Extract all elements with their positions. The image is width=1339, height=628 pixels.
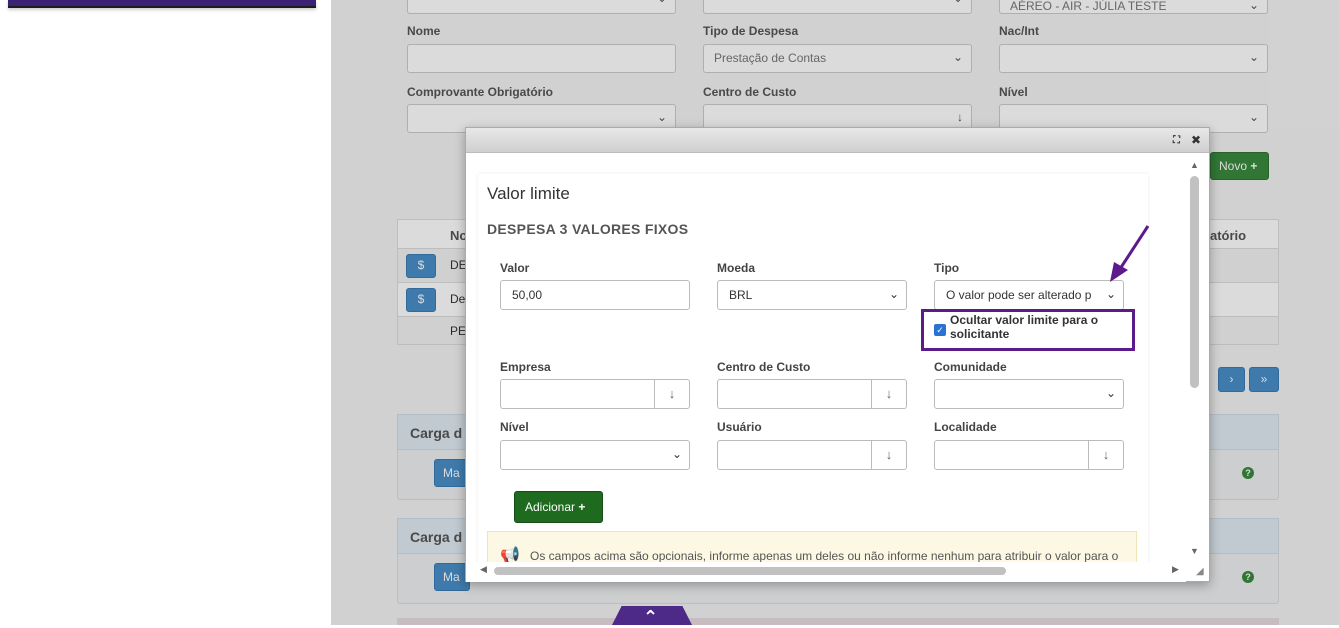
label-valor: Valor	[500, 261, 530, 275]
empresa-input[interactable]	[500, 379, 655, 409]
maximize-icon[interactable]: ⛶	[1173, 135, 1180, 146]
comunidade-select[interactable]: ⌄	[934, 379, 1124, 409]
info-alert-text: Os campos acima são opcionais, informe a…	[530, 549, 1119, 562]
scroll-right-icon[interactable]: ▶	[1172, 564, 1179, 575]
moeda-select[interactable]: BRL ⌄	[717, 280, 907, 310]
usuario-lookup[interactable]: ↓	[717, 440, 907, 470]
centro-custo-lookup[interactable]: ↓	[717, 379, 907, 409]
bg-panel-1-title-text: Carga d	[410, 425, 463, 441]
label-centro-custo: Centro de Custo	[717, 360, 811, 374]
tipo-select[interactable]: O valor pode ser alterado p ⌄	[934, 280, 1124, 310]
scroll-up-icon[interactable]: ▲	[1190, 160, 1199, 170]
bg-tipo-despesa-select[interactable]: Prestação de Contas ⌄	[703, 44, 972, 73]
bg-tipo-despesa-value: Prestação de Contas	[714, 51, 827, 65]
plus-icon: +	[578, 500, 586, 514]
sidebar-top-bar	[8, 0, 316, 8]
valor-input[interactable]: 50,00	[500, 280, 690, 310]
horizontal-scroll-thumb[interactable]	[494, 567, 1006, 575]
pager-next-button[interactable]: ›	[1218, 367, 1245, 392]
valor-input-value: 50,00	[512, 288, 543, 302]
scroll-top-button[interactable]: ⌃	[612, 606, 692, 625]
highlight-box	[921, 309, 1135, 351]
bg-panel-3-edge	[397, 618, 1279, 625]
megaphone-icon: 📢	[500, 547, 520, 562]
tipo-select-value: O valor pode ser alterado p	[946, 288, 1092, 302]
chevron-down-icon: ⌄	[1105, 386, 1116, 400]
label-localidade: Localidade	[934, 420, 997, 434]
dialog-title: Valor limite	[487, 184, 570, 203]
bg-top-select-3[interactable]: AÉREO - AIR - JÚLIA TESTE ⌄	[999, 0, 1268, 14]
bg-label-tipo-despesa: Tipo de Despesa	[703, 24, 799, 38]
nivel-select[interactable]: ⌄	[500, 440, 690, 470]
adicionar-button-label: Adicionar	[525, 500, 576, 514]
chevron-down-icon: ⌄	[671, 447, 682, 461]
resize-grip-icon[interactable]: ◢	[1196, 566, 1204, 577]
valor-limite-dialog: ⛶ ✖ Valor limite DESPESA 3 VALORES FIXOS…	[465, 127, 1210, 582]
bg-panel-2-title-text: Carga d	[410, 529, 463, 545]
dialog-titlebar[interactable]: ⛶ ✖	[466, 128, 1209, 153]
row-text: PE	[450, 324, 467, 338]
help-icon[interactable]: ?	[1242, 467, 1254, 479]
novo-button-label: Novo	[1219, 159, 1248, 173]
bg-nome-input[interactable]	[407, 44, 676, 73]
bg-top-select-1[interactable]: ⌄	[407, 0, 676, 14]
centro-custo-input[interactable]	[717, 379, 872, 409]
arrow-down-icon[interactable]: ↓	[1089, 440, 1124, 470]
arrow-down-icon[interactable]: ↓	[655, 379, 690, 409]
bg-label-nome: Nome	[407, 24, 441, 38]
bg-label-comprovante: Comprovante Obrigatório	[407, 85, 554, 99]
label-nivel: Nível	[500, 420, 529, 434]
bg-label-nac-int: Nac/Int	[999, 24, 1040, 38]
vertical-scrollbar[interactable]: ▲ ▼	[1186, 154, 1206, 562]
dialog-content: Valor limite DESPESA 3 VALORES FIXOS Val…	[466, 154, 1186, 562]
arrow-down-icon[interactable]: ↓	[872, 440, 907, 470]
moeda-select-value: BRL	[729, 288, 753, 302]
row-text: De	[450, 292, 466, 306]
help-icon[interactable]: ?	[1242, 571, 1254, 583]
dialog-subtitle: DESPESA 3 VALORES FIXOS	[487, 221, 689, 237]
bg-label-nivel: Nível	[999, 85, 1028, 99]
row-dollar-button[interactable]: $	[406, 288, 436, 312]
bg-top-select-2[interactable]: ⌄	[703, 0, 972, 14]
label-moeda: Moeda	[717, 261, 756, 275]
left-sidebar	[0, 0, 331, 625]
label-empresa: Empresa	[500, 360, 551, 374]
info-alert: 📢 Os campos acima são opcionais, informe…	[487, 531, 1137, 562]
usuario-input[interactable]	[717, 440, 872, 470]
localidade-lookup[interactable]: ↓	[934, 440, 1124, 470]
bg-top-select-value: AÉREO - AIR - JÚLIA TESTE	[1010, 0, 1167, 13]
vertical-scroll-thumb[interactable]	[1190, 176, 1199, 388]
chevron-down-icon: ⌄	[888, 287, 899, 301]
bg-label-centro-custo: Centro de Custo	[703, 85, 797, 99]
scroll-left-icon[interactable]: ◀	[480, 564, 487, 575]
scroll-down-icon[interactable]: ▼	[1190, 546, 1199, 556]
horizontal-scrollbar[interactable]: ◀ ▶	[466, 562, 1186, 582]
chevron-down-icon: ⌄	[1102, 287, 1116, 301]
novo-button[interactable]: Novo +	[1210, 152, 1269, 180]
annotation-arrow-icon	[1110, 225, 1150, 282]
label-comunidade: Comunidade	[934, 360, 1007, 374]
empresa-lookup[interactable]: ↓	[500, 379, 690, 409]
bg-table-header-obrigatorio: atório	[1210, 228, 1247, 243]
adicionar-button[interactable]: Adicionar +	[514, 491, 603, 523]
bg-nac-int-select[interactable]: ⌄	[999, 44, 1268, 73]
arrow-down-icon[interactable]: ↓	[872, 379, 907, 409]
localidade-input[interactable]	[934, 440, 1089, 470]
label-tipo: Tipo	[934, 261, 960, 275]
pager-last-button[interactable]: »	[1249, 367, 1279, 392]
label-usuario: Usuário	[717, 420, 762, 434]
close-icon[interactable]: ✖	[1191, 133, 1201, 147]
row-dollar-button[interactable]: $	[406, 254, 436, 278]
